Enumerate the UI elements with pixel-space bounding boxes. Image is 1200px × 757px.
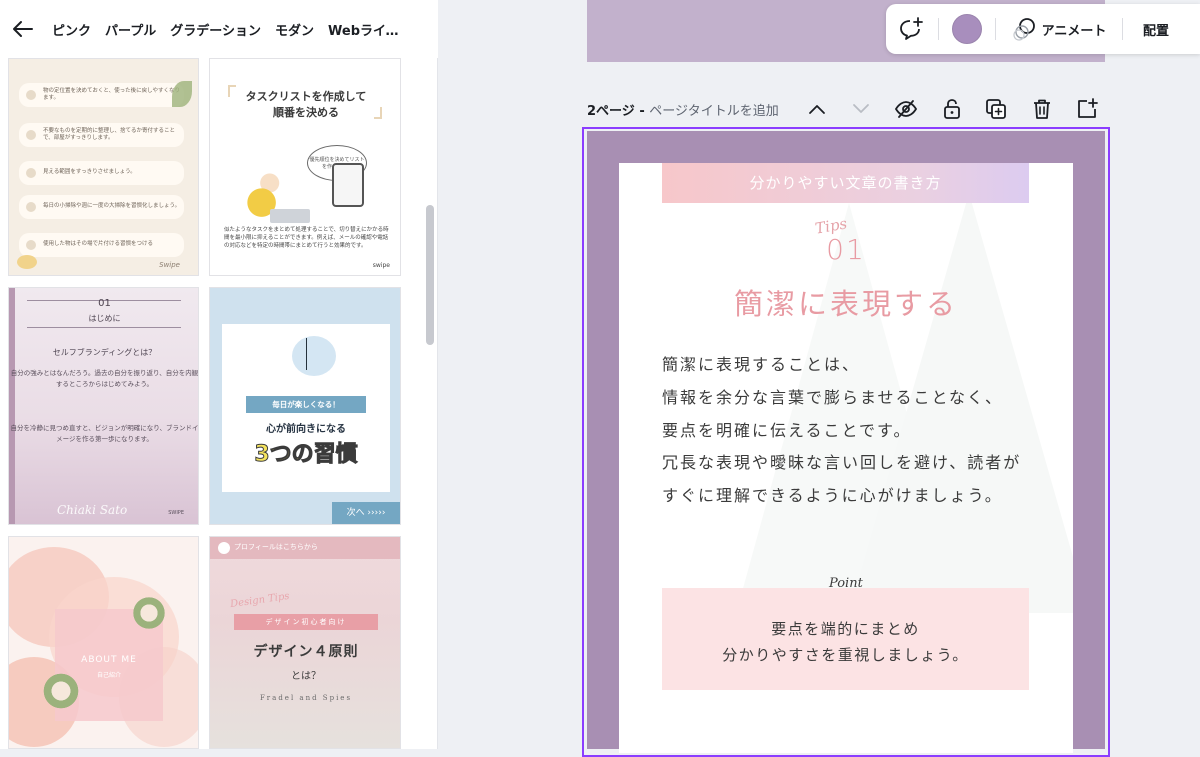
list-item: 使用した物はその場で片付ける習慣をつける <box>19 233 184 257</box>
comment-plus-icon <box>900 17 923 40</box>
template-thumbnail-self-branding[interactable]: 01 はじめに セルフブランディングとは？ 自分の強みとはなんだろう。過去の自分… <box>8 287 199 525</box>
template-thumbnail-habits[interactable]: 毎日が楽しくなる！ 心が前向きになる 3つの習慣 次へ ››››› <box>209 287 401 525</box>
bullet-icon <box>26 240 36 250</box>
lock-open-icon <box>944 99 960 119</box>
user-icon <box>218 542 230 554</box>
list-item: 毎日の小掃除や週に一度の大掃除を習慣化しましょう。 <box>19 195 184 219</box>
chevron-down-icon <box>853 104 869 113</box>
chevron-up-icon <box>809 105 825 114</box>
plant-icon <box>306 338 324 370</box>
leaf-icon <box>172 81 192 107</box>
template-title: 3つの習慣 <box>254 442 358 468</box>
back-arrow-icon[interactable] <box>10 16 36 42</box>
question-heading: セルフブランディングとは？ <box>52 348 157 357</box>
template-card: 毎日が楽しくなる！ 心が前向きになる 3つの習慣 <box>222 324 390 492</box>
animate-icon <box>1013 18 1035 41</box>
template-subtitle: とは？ <box>291 671 321 682</box>
filter-chip-purple[interactable]: パープル <box>105 20 156 39</box>
template-subtitle: 心が前向きになる <box>266 424 346 435</box>
flower-icon <box>129 593 169 633</box>
add-page-icon <box>1078 98 1098 118</box>
swipe-label: SWIPE <box>168 510 184 516</box>
duplicate-page-button[interactable] <box>984 96 1008 122</box>
page-title-field[interactable]: 2ページ - ページタイトルを追加 <box>587 100 779 119</box>
hide-page-button[interactable] <box>894 96 918 122</box>
list-item: 不要なものを定期的に整理し、捨てるか寄付することで、部屋がすっきりします。 <box>19 123 184 147</box>
template-thumbnail-design-tips[interactable]: プロフィールはこちらから Design Tips デザイン初心者向け デザイン４… <box>209 536 401 749</box>
template-title: ABOUT ME <box>81 655 137 665</box>
template-title: デザイン４原則 <box>253 644 359 660</box>
template-thumbnail-tidying[interactable]: 物の定位置を決めておくと、使った後に戻しやすくなります。 不要なものを定期的に整… <box>8 58 199 276</box>
panel-scrollbar[interactable] <box>426 205 434 345</box>
checklist-icon <box>332 163 364 207</box>
add-page-button[interactable] <box>1075 96 1099 122</box>
arrange-button[interactable]: 配置 <box>1123 20 1189 39</box>
floating-toolbar: アニメート 配置 <box>886 4 1200 54</box>
ribbon-label: 毎日が楽しくなる！ <box>246 396 366 413</box>
template-panel: ピンク パープル グラデーション モダン Webライタ... 物の定位置を決めて… <box>0 0 438 749</box>
swipe-label: Swipe <box>159 261 180 269</box>
laptop-illustration <box>270 209 310 223</box>
filter-chip-pink[interactable]: ピンク <box>52 20 91 39</box>
trash-icon <box>1034 99 1050 119</box>
move-page-down-button[interactable] <box>849 96 873 122</box>
bullet-icon <box>26 168 36 178</box>
profile-bar: プロフィールはこちらから <box>210 537 400 559</box>
template-filter-bar: ピンク パープル グラデーション モダン Webライタ... <box>0 0 438 58</box>
template-title: タスクリストを作成して 順番を決める <box>245 90 367 119</box>
template-thumbnail-about-me[interactable]: ABOUT ME 自己紹介 <box>8 536 199 749</box>
filter-chip-modern[interactable]: モダン <box>275 20 314 39</box>
animate-label: アニメート <box>1041 23 1107 39</box>
bullet-icon <box>26 130 36 140</box>
template-description: 似たようなタスクをまとめて処理することで、切り替えにかかる時間を最小限に抑えるこ… <box>224 227 389 249</box>
eye-slash-icon <box>894 100 918 118</box>
ribbon-label: デザイン初心者向け <box>234 614 378 630</box>
color-swatch <box>952 14 982 44</box>
page-selection-outline <box>582 127 1110 757</box>
template-thumbnail-task-list[interactable]: タスクリストを作成して 順番を決める 優先順位を決めてリストを作ろう！！ 似たよ… <box>209 58 401 276</box>
author-label: Fradel and Spies <box>259 694 353 702</box>
page-header: 2ページ - ページタイトルを追加 <box>587 96 1107 122</box>
swipe-label: swipe <box>372 262 390 269</box>
section-heading: はじめに <box>88 314 121 323</box>
bullet-icon <box>26 90 36 100</box>
filter-chip-web-writer[interactable]: Webライタ... <box>328 20 408 39</box>
bullet-icon <box>26 202 36 212</box>
lock-page-button[interactable] <box>940 96 964 122</box>
duplicate-icon <box>986 99 1006 119</box>
add-comment-button[interactable] <box>886 17 938 41</box>
filter-chip-gradient[interactable]: グラデーション <box>170 20 261 39</box>
arrange-label: 配置 <box>1142 23 1169 39</box>
delete-page-button[interactable] <box>1030 96 1054 122</box>
list-item: 見える範囲をすっきりさせましょう。 <box>19 161 184 185</box>
color-picker-button[interactable] <box>939 14 995 44</box>
move-page-up-button[interactable] <box>805 96 829 122</box>
next-label: 次へ ››››› <box>332 502 400 524</box>
paragraph: 自分の強みとはなんだろう。過去の自分を振り返り、自分を内観するところからはじめて… <box>10 369 199 388</box>
animate-button[interactable]: アニメート <box>996 17 1122 41</box>
flower-icon <box>39 669 83 713</box>
flower-icon <box>17 255 37 269</box>
script-label: Design Tips <box>229 590 291 611</box>
list-item: 物の定位置を決めておくと、使った後に戻しやすくなります。 <box>19 83 184 107</box>
paragraph: 自分を冷静に見つめ直すと、ビジョンが明確になり、ブランドイメージを作る第一歩にな… <box>10 424 199 443</box>
section-number: 01 <box>98 298 111 309</box>
signature: Chiaki Sato <box>57 503 128 517</box>
